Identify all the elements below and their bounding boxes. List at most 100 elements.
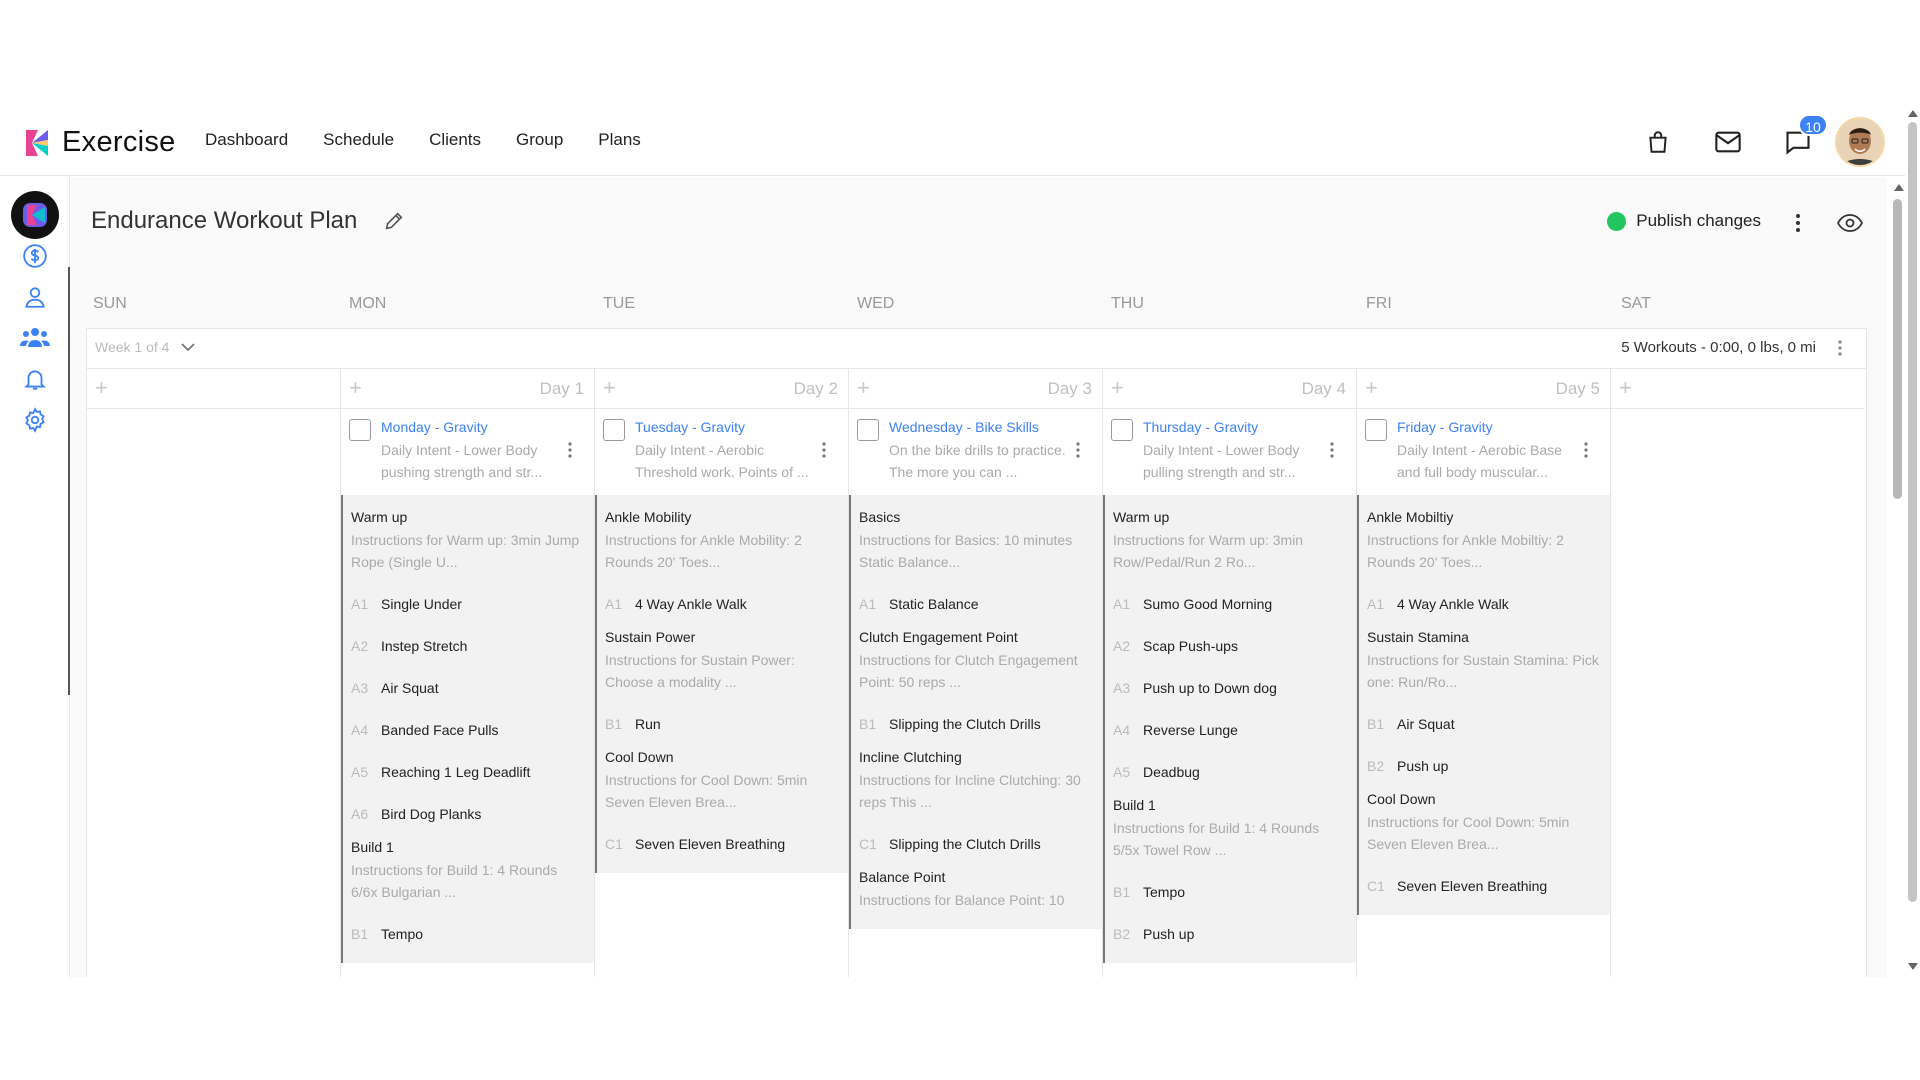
dow-tue: TUE xyxy=(603,295,635,312)
exercise-name: Air Squat xyxy=(1397,716,1455,732)
section-title[interactable]: Ankle Mobility xyxy=(605,509,838,525)
workout-title[interactable]: Wednesday - Bike Skills xyxy=(889,419,1090,435)
scroll-up-arrow-icon[interactable] xyxy=(1908,110,1918,117)
brand[interactable]: Exercise xyxy=(22,126,176,159)
workout-more-icon[interactable] xyxy=(568,441,574,461)
exercise-name: Slipping the Clutch Drills xyxy=(889,836,1041,852)
rail-billing[interactable] xyxy=(20,241,50,271)
workout-checkbox[interactable] xyxy=(1365,419,1387,441)
section-title[interactable]: Sustain Stamina xyxy=(1367,629,1600,645)
section-title[interactable]: Build 1 xyxy=(1113,797,1346,813)
nav-group[interactable]: Group xyxy=(516,130,563,150)
exercise-item[interactable]: A6 Bird Dog Planks xyxy=(351,793,584,835)
section-title[interactable]: Warm up xyxy=(351,509,584,525)
avatar[interactable] xyxy=(1835,117,1885,167)
dow-sat: SAT xyxy=(1621,295,1651,312)
shop-button[interactable] xyxy=(1623,116,1693,168)
add-workout-plus-icon[interactable]: + xyxy=(95,377,108,399)
workout-sections: Warm up Instructions for Warm up: 3min Ju… xyxy=(341,495,594,963)
workspace-logo[interactable] xyxy=(11,191,59,239)
plan-more-button[interactable] xyxy=(1787,209,1809,237)
section-title[interactable]: Build 1 xyxy=(351,839,584,855)
preview-button[interactable] xyxy=(1835,209,1865,237)
exercise-item[interactable]: A5 Deadbug xyxy=(1113,751,1346,793)
app-root: Exercise Dashboard Schedule Clients Grou… xyxy=(0,0,1920,1080)
workout-checkbox[interactable] xyxy=(603,419,625,441)
exercise-item[interactable]: A4 Banded Face Pulls xyxy=(351,709,584,751)
week-selector[interactable]: Week 1 of 4 xyxy=(95,339,196,355)
section-title[interactable]: Balance Point xyxy=(859,869,1092,885)
week-row: Week 1 of 4 5 Workouts - 0:00, 0 lbs, 0 … xyxy=(87,329,1866,369)
section-title[interactable]: Warm up xyxy=(1113,509,1346,525)
exercise-item[interactable]: A3 Push up to Down dog xyxy=(1113,667,1346,709)
workout-title[interactable]: Friday - Gravity xyxy=(1397,419,1598,435)
exercise-item[interactable]: B1 Air Squat xyxy=(1367,703,1600,745)
workout-title[interactable]: Monday - Gravity xyxy=(381,419,582,435)
section-title[interactable]: Incline Clutching xyxy=(859,749,1092,765)
exercise-item[interactable]: C1 Slipping the Clutch Drills xyxy=(859,823,1092,865)
chat-button[interactable]: 10 xyxy=(1763,114,1833,168)
dow-wed: WED xyxy=(857,295,895,312)
exercise-item[interactable]: B1 Run xyxy=(605,703,838,745)
workout-checkbox[interactable] xyxy=(857,419,879,441)
workout-more-icon[interactable] xyxy=(1584,441,1590,461)
section-title[interactable]: Ankle Mobiltiy xyxy=(1367,509,1600,525)
exercise-item[interactable]: B1 Tempo xyxy=(351,913,584,955)
add-workout-plus-icon[interactable]: + xyxy=(1111,377,1124,399)
page-scrollbar[interactable] xyxy=(1905,108,1920,976)
scroll-down-arrow-icon[interactable] xyxy=(1908,963,1918,970)
workout-more-icon[interactable] xyxy=(822,441,828,461)
content-scroll-thumb[interactable] xyxy=(1893,199,1902,499)
exercise-item[interactable]: A1 Sumo Good Morning xyxy=(1113,583,1346,625)
exercise-item[interactable]: A3 Air Squat xyxy=(351,667,584,709)
exercise-item[interactable]: A4 Reverse Lunge xyxy=(1113,709,1346,751)
rail-profile[interactable] xyxy=(20,282,50,312)
exercise-item[interactable]: B1 Slipping the Clutch Drills xyxy=(859,703,1092,745)
section-title[interactable]: Cool Down xyxy=(605,749,838,765)
nav-clients[interactable]: Clients xyxy=(429,130,481,150)
section-title[interactable]: Basics xyxy=(859,509,1092,525)
rail-groups[interactable] xyxy=(20,323,50,353)
workout-more-icon[interactable] xyxy=(1330,441,1336,461)
mail-button[interactable] xyxy=(1693,116,1763,168)
exercise-item[interactable]: A1 4 Way Ankle Walk xyxy=(605,583,838,625)
add-workout-plus-icon[interactable]: + xyxy=(349,377,362,399)
section-title[interactable]: Sustain Power xyxy=(605,629,838,645)
exercise-code: A5 xyxy=(351,764,369,780)
exercise-item[interactable]: A1 Static Balance xyxy=(859,583,1092,625)
exercise-item[interactable]: B2 Push up xyxy=(1113,913,1346,955)
nav-dashboard[interactable]: Dashboard xyxy=(205,130,288,150)
week-more-button[interactable] xyxy=(1838,339,1848,359)
exercise-code: C1 xyxy=(1367,878,1385,894)
rail-notifications[interactable] xyxy=(20,364,50,394)
exercise-item[interactable]: C1 Seven Eleven Breathing xyxy=(605,823,838,865)
edit-pencil-icon[interactable] xyxy=(383,210,405,232)
workout-checkbox[interactable] xyxy=(349,419,371,441)
add-workout-plus-icon[interactable]: + xyxy=(1365,377,1378,399)
exercise-item[interactable]: A2 Scap Push-ups xyxy=(1113,625,1346,667)
add-workout-plus-icon[interactable]: + xyxy=(1619,377,1632,399)
exercise-item[interactable]: A1 Single Under xyxy=(351,583,584,625)
workout-title[interactable]: Thursday - Gravity xyxy=(1143,419,1344,435)
section-title[interactable]: Cool Down xyxy=(1367,791,1600,807)
exercise-item[interactable]: A2 Instep Stretch xyxy=(351,625,584,667)
content-scrollbar[interactable] xyxy=(1891,177,1904,977)
workout-more-icon[interactable] xyxy=(1076,441,1082,461)
nav-schedule[interactable]: Schedule xyxy=(323,130,394,150)
exercise-item[interactable]: C1 Seven Eleven Breathing xyxy=(1367,865,1600,907)
exercise-item[interactable]: B2 Push up xyxy=(1367,745,1600,787)
rail-settings[interactable] xyxy=(20,405,50,435)
exercise-item[interactable]: A5 Reaching 1 Leg Deadlift xyxy=(351,751,584,793)
workout-checkbox[interactable] xyxy=(1111,419,1133,441)
nav-plans[interactable]: Plans xyxy=(598,130,641,150)
exercise-item[interactable]: A1 4 Way Ankle Walk xyxy=(1367,583,1600,625)
exercise-item[interactable]: B1 Tempo xyxy=(1113,871,1346,913)
page-scroll-thumb[interactable] xyxy=(1908,122,1917,902)
add-workout-plus-icon[interactable]: + xyxy=(857,377,870,399)
section-title[interactable]: Clutch Engagement Point xyxy=(859,629,1092,645)
exercise-code: B1 xyxy=(351,926,369,942)
workout-title[interactable]: Tuesday - Gravity xyxy=(635,419,836,435)
publish-changes-button[interactable]: Publish changes xyxy=(1607,211,1761,231)
content-scroll-up-icon[interactable] xyxy=(1894,184,1904,191)
add-workout-plus-icon[interactable]: + xyxy=(603,377,616,399)
